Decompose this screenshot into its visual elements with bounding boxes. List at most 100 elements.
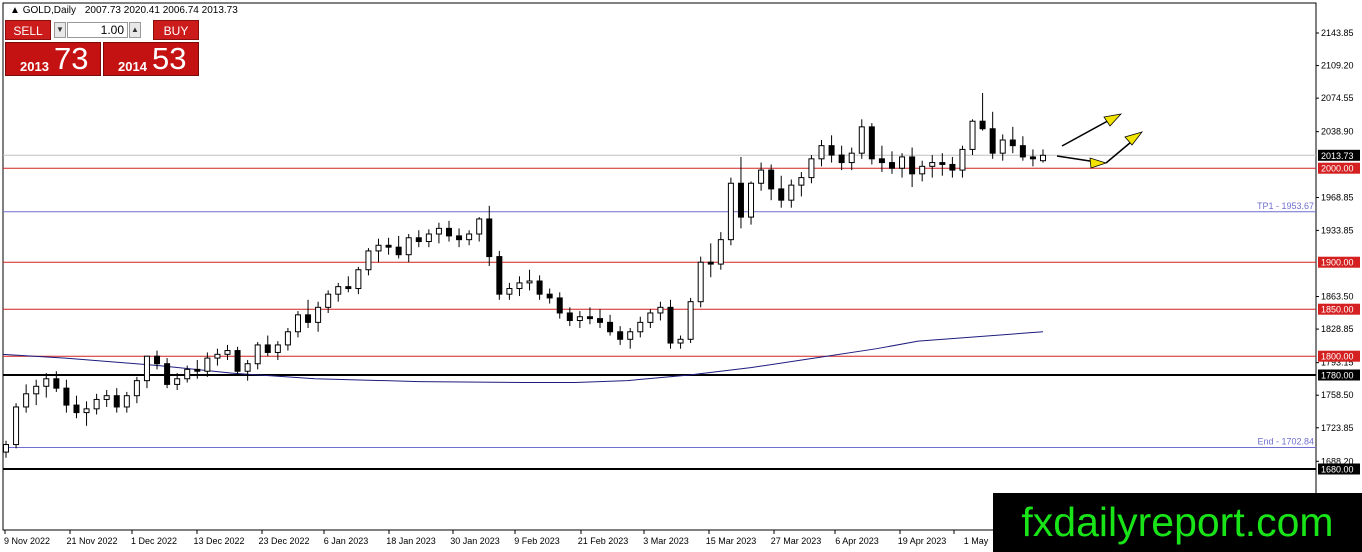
candle[interactable] bbox=[234, 346, 241, 376]
candle-body bbox=[788, 184, 795, 201]
candle-body bbox=[999, 139, 1006, 154]
candle-body bbox=[808, 158, 815, 179]
candle-body bbox=[335, 286, 342, 295]
sell-button[interactable]: SELL bbox=[5, 20, 51, 40]
candle-body bbox=[13, 406, 20, 446]
bid-price-large: 73 bbox=[54, 41, 89, 76]
candle-body bbox=[83, 408, 90, 414]
candle-body bbox=[979, 120, 986, 130]
ask-price[interactable]: 2014 53 bbox=[103, 41, 199, 76]
candle-body bbox=[395, 246, 402, 256]
level-tag-0: 2000.00 bbox=[1321, 164, 1354, 174]
candle-body bbox=[637, 321, 644, 333]
candle-body bbox=[103, 395, 110, 400]
price-chart[interactable]: TP1 - 1953.67 End - 1702.84 2143.85 2109.2… bbox=[0, 0, 1362, 552]
candle-body bbox=[959, 148, 966, 171]
candle-body bbox=[194, 368, 201, 372]
candle-body bbox=[264, 344, 271, 353]
lot-size-input[interactable]: 1.00 bbox=[67, 22, 128, 38]
candle-body bbox=[33, 385, 40, 395]
candle-body bbox=[858, 126, 865, 154]
candle[interactable] bbox=[13, 403, 20, 449]
candle-body bbox=[133, 380, 140, 397]
candle-body bbox=[244, 363, 251, 372]
candle-body bbox=[818, 145, 825, 160]
candle-body bbox=[576, 316, 583, 321]
candle-body bbox=[868, 126, 875, 160]
candle-body bbox=[758, 169, 765, 184]
candle[interactable] bbox=[687, 297, 694, 344]
candle[interactable] bbox=[727, 177, 734, 246]
candle-body bbox=[445, 227, 452, 237]
watermark-logo: fxdailyreport.com bbox=[993, 493, 1362, 552]
candle-body bbox=[214, 353, 221, 359]
chart-plot-area bbox=[2, 2, 1317, 531]
candle-body bbox=[375, 244, 382, 252]
candle-body bbox=[325, 293, 332, 308]
date-tick-label: 30 Jan 2023 bbox=[450, 536, 500, 546]
price-tick-label: 2109.20 bbox=[1321, 61, 1354, 71]
candle-body bbox=[184, 368, 191, 380]
price-tick-label: 1758.50 bbox=[1321, 390, 1354, 400]
candle-body bbox=[586, 316, 593, 320]
date-tick-label: 6 Jan 2023 bbox=[324, 536, 369, 546]
price-tick-label: 1968.85 bbox=[1321, 192, 1354, 202]
candle-body bbox=[657, 306, 664, 314]
bid-price[interactable]: 2013 73 bbox=[5, 41, 101, 76]
one-click-trading-panel: SELL ▼ 1.00 ▲ BUY 2013 73 2014 53 bbox=[5, 18, 199, 76]
lot-decrease-icon[interactable]: ▼ bbox=[54, 22, 66, 38]
date-tick-label: 15 Mar 2023 bbox=[706, 536, 757, 546]
candle[interactable] bbox=[667, 299, 674, 349]
candle-body bbox=[677, 338, 684, 344]
candle-body bbox=[878, 158, 885, 164]
candle-body bbox=[939, 162, 946, 165]
candle-body bbox=[556, 297, 563, 314]
candle-body bbox=[748, 182, 755, 218]
candle-body bbox=[63, 387, 70, 406]
candle-body bbox=[929, 162, 936, 167]
date-tick-label: 19 Apr 2023 bbox=[898, 536, 947, 546]
candle-body bbox=[123, 395, 130, 408]
candle-body bbox=[627, 331, 634, 340]
candle[interactable] bbox=[868, 123, 875, 165]
candle-body bbox=[798, 177, 805, 186]
date-tick-label: 6 Apr 2023 bbox=[835, 536, 879, 546]
candle-body bbox=[43, 378, 50, 387]
candle-body bbox=[617, 331, 624, 340]
candle-body bbox=[425, 233, 432, 243]
candle-body bbox=[365, 250, 372, 271]
candle-body bbox=[355, 269, 362, 290]
candle-body bbox=[727, 182, 734, 241]
date-tick-label: 21 Feb 2023 bbox=[578, 536, 629, 546]
price-tick-label: 1723.85 bbox=[1321, 423, 1354, 433]
candle-body bbox=[174, 378, 181, 385]
candle-body bbox=[969, 120, 976, 150]
candle-body bbox=[989, 128, 996, 154]
candle[interactable] bbox=[969, 119, 976, 156]
date-tick-label: 3 Mar 2023 bbox=[643, 536, 689, 546]
candle-body bbox=[143, 355, 150, 382]
lot-increase-icon[interactable]: ▲ bbox=[129, 22, 141, 38]
price-tick-label: 1863.50 bbox=[1321, 292, 1354, 302]
candle-body bbox=[385, 244, 392, 248]
buy-button[interactable]: BUY bbox=[153, 20, 199, 40]
candle-body bbox=[73, 404, 80, 414]
candle[interactable] bbox=[697, 256, 704, 308]
candle-body bbox=[888, 162, 895, 169]
candle-body bbox=[848, 152, 855, 164]
candle[interactable] bbox=[496, 250, 503, 300]
candle-body bbox=[516, 282, 523, 290]
candle-body bbox=[294, 314, 301, 333]
candle-body bbox=[566, 312, 573, 321]
candle-body bbox=[23, 393, 30, 408]
candle-body bbox=[838, 154, 845, 164]
candle-body bbox=[315, 306, 322, 323]
candle-body bbox=[707, 261, 714, 265]
candle-body bbox=[224, 350, 231, 355]
candle-body bbox=[1029, 156, 1036, 160]
candle-body bbox=[949, 163, 956, 171]
candle-body bbox=[667, 306, 674, 344]
current-price-tag: 2013.73 bbox=[1321, 151, 1354, 161]
candle-body bbox=[204, 357, 211, 372]
candle-body bbox=[435, 227, 442, 235]
